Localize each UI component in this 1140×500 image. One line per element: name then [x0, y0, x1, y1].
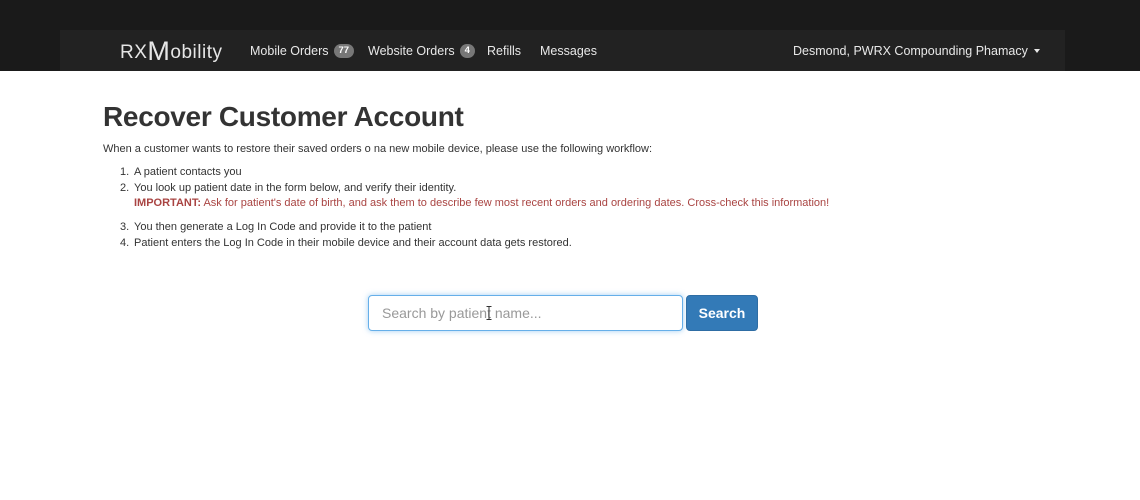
workflow-step: 4. Patient enters the Log In Code in thei… [120, 236, 572, 250]
nav-website-orders-label: Website Orders [368, 43, 455, 58]
mobile-orders-count-badge: 77 [333, 43, 355, 58]
step-number: 3. [120, 221, 130, 233]
brand-prefix: RX [120, 42, 148, 63]
step-text: You then generate a Log In Code and prov… [134, 221, 432, 233]
nav-refills[interactable]: Refills [487, 30, 521, 71]
nav-messages[interactable]: Messages [540, 30, 597, 71]
important-notice: IMPORTANT: Ask for patient's date of bir… [134, 196, 829, 210]
brand-suffix: obility [170, 42, 223, 63]
nav-messages-label: Messages [540, 43, 597, 58]
workflow-step: 2. You look up patient date in the form b… [120, 181, 456, 195]
step-text: A patient contacts you [134, 166, 242, 178]
user-menu[interactable]: Desmond, PWRX Compounding Phamacy [793, 30, 1040, 71]
step-text: Patient enters the Log In Code in their … [134, 237, 572, 249]
step-number: 1. [120, 166, 130, 178]
website-orders-count-badge: 4 [459, 43, 475, 58]
navbar: RX Mobility Mobile Orders 77 Website Orde… [60, 30, 1065, 71]
step-number: 4. [120, 237, 130, 249]
important-label: IMPORTANT: [134, 197, 202, 209]
nav-mobile-orders[interactable]: Mobile Orders 77 [250, 30, 355, 71]
step-number: 2. [120, 182, 130, 194]
brand-logo[interactable]: RX Mobility [120, 35, 222, 65]
workflow-step: 1. A patient contacts you [120, 165, 242, 179]
brand-m: M [147, 36, 171, 66]
important-text: Ask for patient's date of birth, and ask… [201, 197, 830, 209]
workflow-intro: When a customer wants to restore their s… [103, 143, 653, 155]
nav-refills-label: Refills [487, 43, 522, 58]
caret-down-icon [1033, 48, 1040, 53]
nav-website-orders[interactable]: Website Orders 4 [368, 30, 475, 71]
nav-mobile-orders-label: Mobile Orders [250, 43, 329, 58]
search-button[interactable]: Search [686, 295, 758, 331]
workflow-step: 3. You then generate a Log In Code and pr… [120, 220, 431, 234]
text-cursor-icon [486, 306, 492, 320]
step-text: You look up patient date in the form bel… [134, 182, 457, 194]
patient-search-input[interactable] [368, 295, 683, 331]
page-title: Recover Customer Account [103, 101, 464, 132]
user-menu-label: Desmond, PWRX Compounding Phamacy [793, 43, 1028, 58]
